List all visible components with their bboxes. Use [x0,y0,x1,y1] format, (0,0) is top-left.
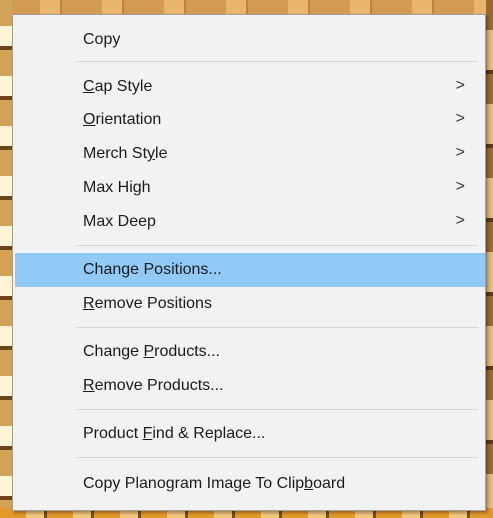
menu-separator [76,409,478,410]
chevron-right-icon: > [455,178,465,195]
menu-item-orientation[interactable]: Orientation > [15,103,485,137]
menu-item-remove-products[interactable]: Remove Products... [15,369,485,403]
menu-item-product-find-replace[interactable]: Product Find & Replace... [15,417,485,451]
menu-item-merch-style[interactable]: Merch Style > [15,137,485,171]
menu-item-copy[interactable]: Copy [15,23,485,57]
menu-item-label: Cap Style [83,78,153,95]
menu-item-max-deep[interactable]: Max Deep > [15,205,485,239]
menu-item-label: Orientation [83,111,162,128]
menu-separator [76,245,478,246]
menu-item-label: Remove Positions [83,295,212,312]
menu-item-change-products[interactable]: Change Products... [15,335,485,369]
planogram-right-products [486,0,493,518]
menu-item-label: Remove Products... [83,377,224,394]
menu-item-label: Merch Style [83,145,168,162]
menu-item-label: Copy Planogram Image To Clipboard [83,475,346,492]
menu-item-label: Change Positions... [83,261,222,278]
menu-item-label: Change Products... [83,343,220,360]
menu-item-label: Max High [83,179,151,196]
chevron-right-icon: > [455,212,465,229]
menu-item-label: Max Deep [83,213,156,230]
chevron-right-icon: > [455,77,465,94]
chevron-right-icon: > [455,144,465,161]
menu-item-label: Product Find & Replace... [83,425,266,442]
menu-item-change-positions[interactable]: Change Positions... [15,253,485,287]
menu-separator [76,327,478,328]
context-menu: Copy Cap Style > Orientation > Merch Sty… [12,14,486,511]
menu-separator [76,457,478,458]
menu-item-copy-planogram-image[interactable]: Copy Planogram Image To Clipboard [15,467,485,501]
menu-separator [76,61,478,62]
menu-item-max-high[interactable]: Max High > [15,171,485,205]
menu-item-cap-style[interactable]: Cap Style > [15,70,485,104]
chevron-right-icon: > [455,110,465,127]
planogram-left-products [0,0,12,518]
menu-item-label: Copy [83,31,121,48]
menu-item-remove-positions[interactable]: Remove Positions [15,287,485,321]
